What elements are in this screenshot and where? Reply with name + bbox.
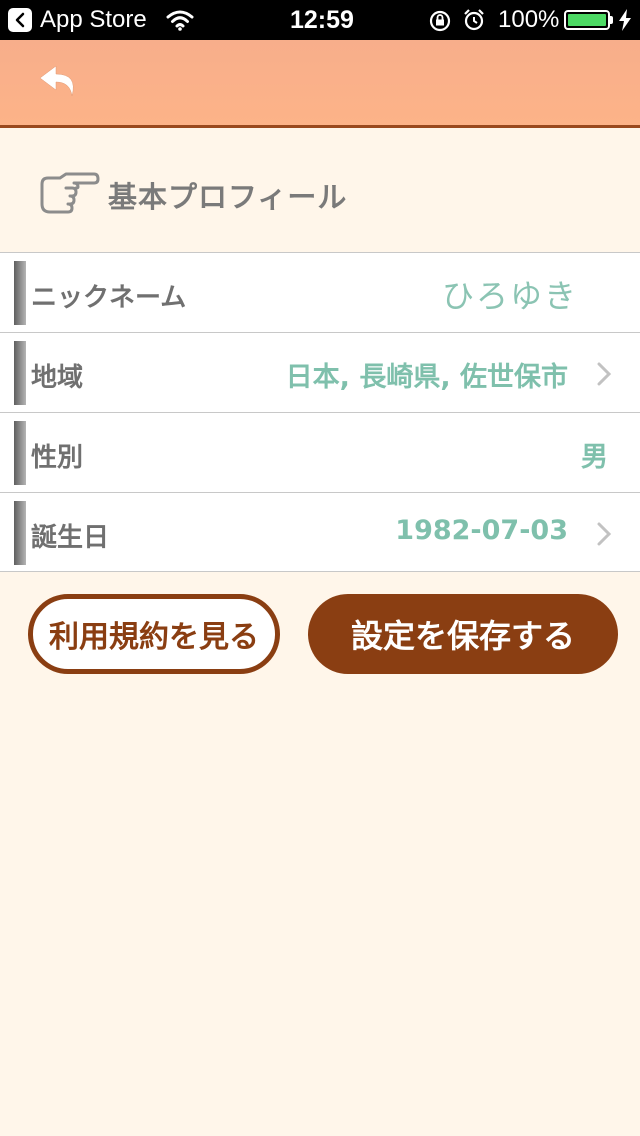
- save-settings-button[interactable]: 設定を保存する: [308, 594, 618, 674]
- row-label: 性別: [31, 443, 84, 473]
- row-marker: [14, 341, 26, 405]
- back-to-app-icon[interactable]: [8, 8, 32, 32]
- back-app-name[interactable]: App Store: [40, 6, 147, 34]
- row-marker: [14, 501, 26, 565]
- battery-percentage: 100%: [498, 6, 560, 33]
- profile-settings-screen: App Store 12:59 100% 基本プロフィール ニックネーム ひろゆ…: [0, 0, 640, 1136]
- status-bar: App Store 12:59 100%: [0, 0, 640, 40]
- row-gender[interactable]: 性別 男: [0, 412, 640, 492]
- pointing-hand-icon: [38, 170, 100, 222]
- profile-list: ニックネーム ひろゆき 地域 日本, 長崎県, 佐世保市 性別 男 誕生日 19…: [0, 252, 640, 572]
- chevron-right-icon: [596, 521, 612, 551]
- nickname-value[interactable]: ひろゆき: [442, 271, 578, 317]
- undo-arrow-icon[interactable]: [34, 62, 84, 106]
- row-label: 誕生日: [31, 523, 110, 553]
- row-label: 地域: [31, 363, 84, 393]
- alarm-icon: [462, 8, 486, 39]
- nav-bar: [0, 40, 640, 128]
- wifi-icon: [166, 9, 194, 38]
- status-time: 12:59: [290, 6, 354, 34]
- gender-value: 男: [581, 442, 608, 473]
- row-birthday[interactable]: 誕生日 1982-07-03: [0, 492, 640, 572]
- row-marker: [14, 261, 26, 325]
- row-label: ニックネーム: [31, 283, 187, 313]
- view-terms-button[interactable]: 利用規約を見る: [28, 594, 280, 674]
- region-value: 日本, 長崎県, 佐世保市: [285, 362, 568, 393]
- battery-nub: [610, 16, 613, 24]
- battery-icon: [564, 10, 610, 30]
- row-nickname[interactable]: ニックネーム ひろゆき: [0, 252, 640, 332]
- rotation-lock-icon: [428, 9, 452, 40]
- row-marker: [14, 421, 26, 485]
- section-title: 基本プロフィール: [108, 180, 348, 214]
- birthday-value: 1982-07-03: [395, 515, 568, 546]
- chevron-right-icon: [596, 361, 612, 391]
- row-region[interactable]: 地域 日本, 長崎県, 佐世保市: [0, 332, 640, 412]
- section-header: 基本プロフィール: [0, 128, 640, 252]
- charging-bolt-icon: [618, 9, 632, 38]
